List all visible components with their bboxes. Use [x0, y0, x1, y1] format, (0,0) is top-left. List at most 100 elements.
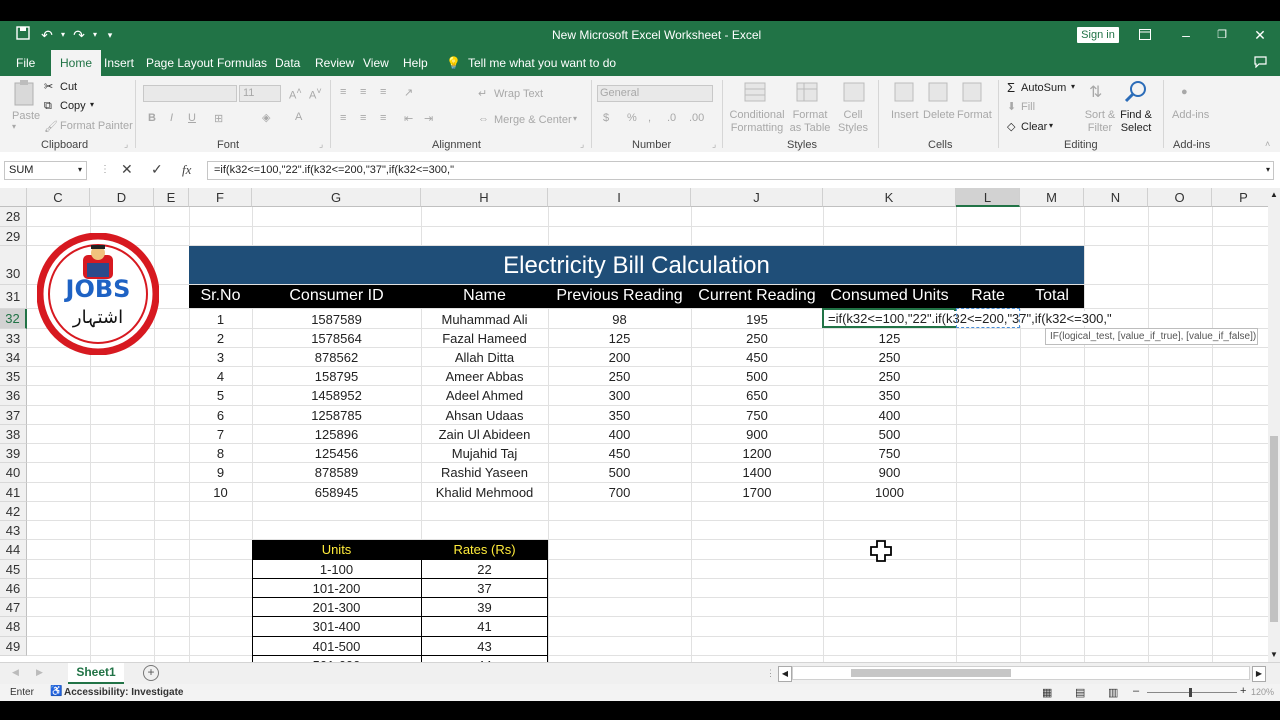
vertical-scrollbar[interactable]: ▲ ▼ — [1268, 188, 1280, 662]
borders-icon[interactable]: ⊞ — [214, 112, 223, 125]
decrease-decimal-icon[interactable]: .00 — [689, 112, 704, 124]
cell-name[interactable]: Muhammad Ali — [421, 312, 548, 327]
cell-sr-no[interactable]: 6 — [189, 408, 252, 423]
cell-name[interactable]: Rashid Yaseen — [421, 465, 548, 480]
rates-units-cell[interactable]: 301-400 — [252, 619, 421, 634]
delete-cells-button[interactable]: Delete — [923, 109, 955, 121]
cell-name[interactable]: Ameer Abbas — [421, 369, 548, 384]
save-icon[interactable] — [14, 26, 32, 44]
sign-in-button[interactable]: Sign in — [1077, 27, 1119, 43]
cell-consumer-id[interactable]: 158795 — [252, 369, 421, 384]
select-all-corner[interactable] — [0, 188, 27, 207]
format-painter-button[interactable]: Format Painter — [60, 120, 133, 132]
copy-button[interactable]: Copy — [60, 100, 86, 112]
column-header-l[interactable]: L — [956, 188, 1020, 207]
paste-dropdown-icon[interactable]: ▾ — [12, 122, 16, 131]
find-select-button[interactable]: Find & Select — [1115, 109, 1157, 135]
cell-consumed-units[interactable]: 250 — [823, 350, 956, 365]
cell-previous-reading[interactable]: 450 — [548, 446, 691, 461]
cell-previous-reading[interactable]: 400 — [548, 427, 691, 442]
autosum-button[interactable]: AutoSum — [1021, 82, 1066, 94]
cell-current-reading[interactable]: 1400 — [691, 465, 823, 480]
cell-consumed-units[interactable]: 500 — [823, 427, 956, 442]
increase-font-icon[interactable]: A˄ — [289, 86, 302, 102]
autosum-dropdown-icon[interactable]: ▾ — [1071, 82, 1075, 91]
fill-color-icon[interactable]: ◈ — [262, 111, 270, 124]
align-left-icon[interactable]: ≡ — [340, 112, 346, 124]
row-header[interactable]: 29 — [0, 227, 27, 246]
cell-previous-reading[interactable]: 500 — [548, 465, 691, 480]
vertical-scroll-thumb[interactable] — [1270, 436, 1278, 622]
comma-icon[interactable]: , — [648, 112, 651, 124]
sort-filter-button[interactable]: Sort & Filter — [1082, 109, 1118, 135]
cell-previous-reading[interactable]: 700 — [548, 485, 691, 500]
row-header[interactable]: 45 — [0, 560, 27, 579]
clipboard-launcher-icon[interactable]: ⌟ — [124, 139, 128, 150]
rates-value-cell[interactable]: 41 — [421, 619, 548, 634]
row-header[interactable]: 43 — [0, 521, 27, 540]
cell-consumed-units[interactable]: 350 — [823, 388, 956, 403]
scroll-up-icon[interactable]: ▲ — [1270, 190, 1278, 199]
sheet-tab-sheet1[interactable]: Sheet1 — [68, 663, 124, 684]
wrap-text-button[interactable]: Wrap Text — [494, 88, 543, 100]
column-header-e[interactable]: E — [154, 188, 189, 207]
column-header-f[interactable]: F — [189, 188, 252, 207]
horizontal-scrollbar[interactable] — [792, 666, 1250, 680]
page-break-view-icon[interactable]: ▥ — [1108, 686, 1118, 699]
number-launcher-icon[interactable]: ⌟ — [712, 139, 716, 150]
cell-sr-no[interactable]: 9 — [189, 465, 252, 480]
row-header[interactable]: 31 — [0, 285, 27, 309]
splitter-dots-icon[interactable]: ⋮ — [766, 668, 775, 679]
clear-button[interactable]: Clear — [1021, 121, 1047, 133]
format-cells-button[interactable]: Format — [957, 109, 992, 121]
decrease-font-icon[interactable]: A˅ — [309, 86, 322, 102]
cell-previous-reading[interactable]: 300 — [548, 388, 691, 403]
column-header-h[interactable]: H — [421, 188, 548, 207]
row-header[interactable]: 44 — [0, 540, 27, 560]
tab-data[interactable]: Data — [275, 56, 300, 70]
cell-sr-no[interactable]: 10 — [189, 485, 252, 500]
worksheet-grid[interactable]: C D E F G H I J K L M N O P 28 29 30 31 … — [0, 188, 1268, 662]
column-header-p[interactable]: P — [1212, 188, 1268, 207]
percent-icon[interactable]: % — [627, 112, 637, 124]
column-header-g[interactable]: G — [252, 188, 421, 207]
formula-input[interactable]: =if(k32<=100,"22".if(k32<=200,"37",if(k3… — [207, 161, 1274, 180]
comments-icon[interactable] — [1254, 56, 1267, 71]
column-header-n[interactable]: N — [1084, 188, 1148, 207]
zoom-slider[interactable] — [1147, 688, 1237, 697]
name-box-dropdown-icon[interactable]: ▾ — [78, 165, 82, 174]
rates-value-cell[interactable]: 37 — [421, 581, 548, 596]
underline-icon[interactable]: U — [188, 112, 196, 124]
cell-consumer-id[interactable]: 878589 — [252, 465, 421, 480]
zoom-level[interactable]: 120% — [1251, 687, 1274, 697]
font-color-icon[interactable]: A — [295, 111, 302, 123]
cell-name[interactable]: Allah Ditta — [421, 350, 548, 365]
format-as-table-button[interactable]: Format as Table — [787, 109, 833, 135]
cell-consumed-units[interactable]: 400 — [823, 408, 956, 423]
restore-icon[interactable]: ❐ — [1213, 26, 1231, 44]
conditional-formatting-button[interactable]: Conditional Formatting — [729, 109, 785, 135]
orientation-icon[interactable]: ↗ — [404, 86, 413, 99]
cell-current-reading[interactable]: 650 — [691, 388, 823, 403]
align-top-icon[interactable]: ≡ — [340, 86, 346, 98]
number-format-combo[interactable]: General — [597, 85, 713, 102]
rates-units-cell[interactable]: 1-100 — [252, 562, 421, 577]
tell-me-input[interactable]: Tell me what you want to do — [468, 56, 616, 70]
tab-page-layout[interactable]: Page Layout — [146, 56, 213, 70]
cell-sr-no[interactable]: 8 — [189, 446, 252, 461]
currency-icon[interactable]: $ — [603, 112, 609, 124]
font-size-combo[interactable]: 11 — [239, 85, 281, 102]
tab-file[interactable]: File — [16, 56, 35, 70]
alignment-launcher-icon[interactable]: ⌟ — [580, 139, 584, 150]
column-header-m[interactable]: M — [1020, 188, 1084, 207]
tab-review[interactable]: Review — [315, 56, 354, 70]
cell-current-reading[interactable]: 1700 — [691, 485, 823, 500]
cut-button[interactable]: Cut — [60, 81, 77, 93]
font-name-combo[interactable] — [143, 85, 237, 102]
cell-sr-no[interactable]: 2 — [189, 331, 252, 346]
merge-center-button[interactable]: Merge & Center — [494, 114, 572, 126]
cell-current-reading[interactable]: 195 — [691, 312, 823, 327]
cell-consumer-id[interactable]: 1258785 — [252, 408, 421, 423]
close-icon[interactable]: ✕ — [1251, 26, 1269, 44]
enter-formula-icon[interactable]: ✓ — [151, 161, 163, 178]
